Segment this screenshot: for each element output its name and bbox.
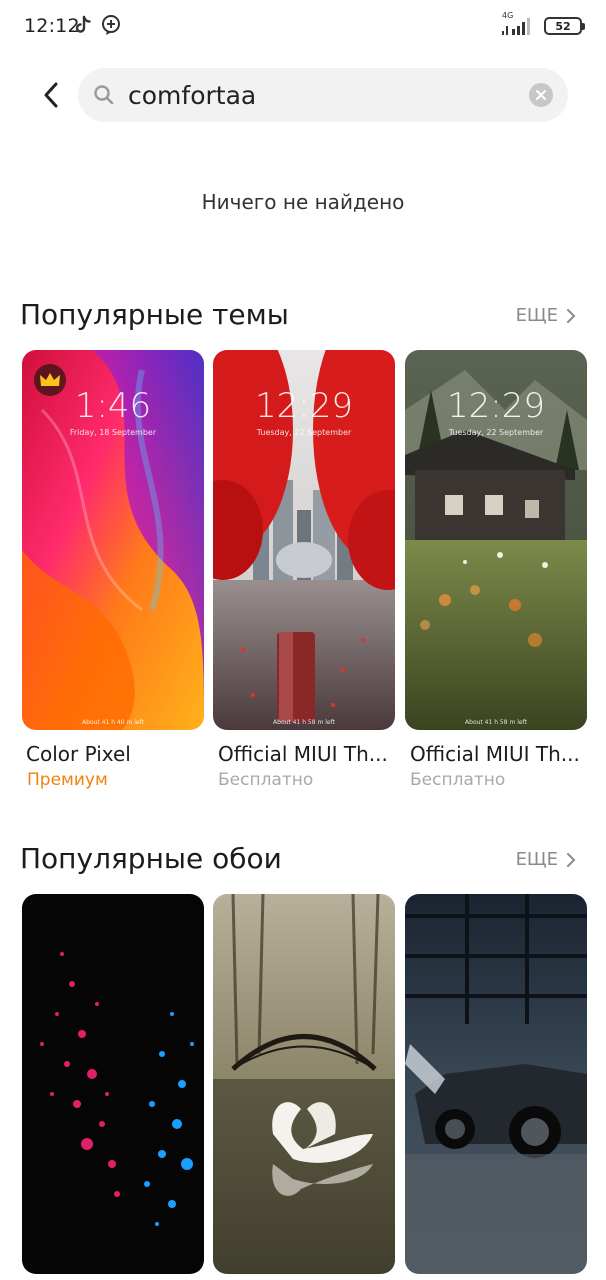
wallpaper-preview-image (405, 894, 587, 1274)
status-right: 4G 52 (500, 11, 585, 38)
search-icon (94, 85, 114, 105)
themes-section-title: Популярные темы (20, 298, 289, 331)
lock-time: 1:46 (74, 386, 152, 426)
status-bar: 12:12 4G 52 (0, 0, 606, 54)
lock-time: 12:29 (255, 386, 353, 426)
signal-icon: 4G (500, 11, 534, 38)
lock-battery-text: About 41 h 58 m left (273, 719, 335, 726)
wallpaper-card-particles[interactable] (22, 894, 204, 1274)
close-icon (536, 90, 546, 100)
chat-plus-icon (102, 15, 120, 35)
themes-more-label: ЕЩЕ (515, 305, 558, 326)
lock-date: Tuesday, 22 September (448, 428, 544, 437)
search-input[interactable] (128, 76, 508, 114)
battery-indicator: 52 (544, 17, 585, 35)
theme-price: Премиум (27, 770, 108, 790)
theme-price: Бесплатно (218, 770, 314, 790)
lock-battery-text: About 41 h 58 m left (465, 719, 527, 726)
theme-name: Color Pixel (26, 742, 131, 766)
battery-level: 52 (555, 19, 571, 33)
theme-name: Official MIUI Th... (410, 742, 580, 766)
chevron-right-icon (567, 308, 576, 323)
clear-search-button[interactable] (529, 83, 553, 107)
theme-card-miui-1[interactable]: 12:29 Tuesday, 22 September About 41 h 5… (213, 350, 395, 730)
lock-battery-text: About 41 h 40 m left (82, 719, 144, 726)
themes-more-link[interactable]: ЕЩЕ (516, 305, 576, 326)
lock-time: 12:29 (447, 386, 545, 426)
wallpaper-card-swans[interactable] (213, 894, 395, 1274)
theme-card-miui-2[interactable]: 12:29 Tuesday, 22 September About 41 h 5… (405, 350, 587, 730)
wallpapers-section-title: Популярные обои (20, 842, 282, 875)
chevron-right-icon (567, 852, 576, 867)
wallpaper-preview-image (22, 894, 204, 1274)
wallpapers-more-link[interactable]: ЕЩЕ (516, 849, 576, 870)
no-results-message: Ничего не найдено (201, 190, 405, 214)
wallpaper-preview-image (213, 894, 395, 1274)
theme-name: Official MIUI Th... (218, 742, 388, 766)
search-bar[interactable] (78, 68, 568, 122)
wallpapers-more-label: ЕЩЕ (515, 849, 558, 870)
chevron-left-icon (44, 82, 58, 108)
lock-date: Tuesday, 22 September (256, 428, 352, 437)
lock-date: Friday, 18 September (69, 428, 157, 437)
wallpaper-card-supercar[interactable] (405, 894, 587, 1274)
theme-price: Бесплатно (410, 770, 506, 790)
back-button[interactable] (36, 78, 66, 112)
theme-card-color-pixel[interactable]: 1:46 Friday, 18 September About 41 h 40 … (22, 350, 204, 730)
tiktok-icon (75, 15, 91, 33)
